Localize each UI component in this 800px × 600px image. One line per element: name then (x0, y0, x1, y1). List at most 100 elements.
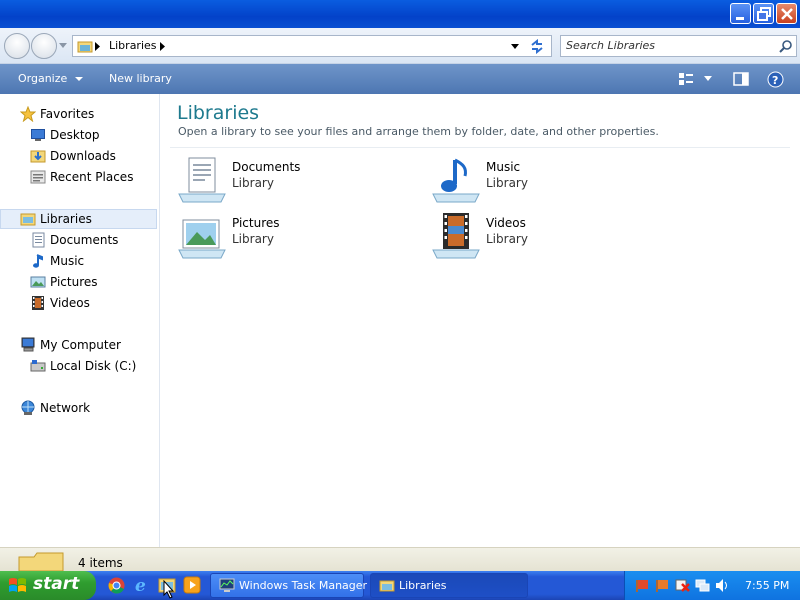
status-bar: 4 items (0, 547, 800, 571)
recent-pages-arrow-icon[interactable] (59, 43, 68, 49)
nav-my-computer-label: My Computer (40, 338, 121, 352)
library-type: Library (486, 176, 528, 190)
library-videos[interactable]: Videos Library (431, 212, 631, 262)
flag-icon[interactable] (655, 578, 670, 593)
nav-downloads-label: Downloads (50, 149, 116, 163)
task-manager-icon (219, 578, 235, 592)
chevron-down-icon (74, 77, 83, 81)
task-label: Windows Task Manager (239, 579, 368, 592)
search-box[interactable]: Search Libraries (560, 35, 797, 57)
libraries-folder-icon (379, 580, 395, 592)
minimize-button[interactable] (730, 3, 751, 24)
organize-button[interactable]: Organize (18, 72, 83, 85)
search-icon[interactable] (779, 39, 794, 54)
item-count: 4 items (78, 556, 123, 570)
navigation-pane: Favorites Desktop Downloads Recent Place… (0, 94, 160, 547)
nav-music-label: Music (50, 254, 85, 268)
minimize-icon (736, 17, 744, 20)
view-options-icon[interactable] (678, 72, 694, 87)
organize-label: Organize (18, 72, 68, 85)
documents-library-icon (178, 157, 226, 203)
start-button[interactable]: start (0, 571, 96, 600)
nav-recent-places-label: Recent Places (50, 170, 134, 184)
library-name: Documents (232, 160, 301, 174)
recent-places-icon (30, 170, 46, 184)
downloads-folder-icon (30, 150, 46, 163)
network-connection-icon[interactable] (695, 578, 710, 593)
divider (170, 147, 790, 148)
task-label: Libraries (399, 579, 447, 592)
content-pane: Libraries Open a library to see your fil… (160, 94, 800, 547)
pictures-icon (30, 276, 46, 288)
videos-library-icon (432, 213, 480, 259)
library-music[interactable]: Music Library (431, 156, 631, 206)
nav-videos-label: Videos (50, 296, 90, 310)
library-name: Videos (486, 216, 526, 230)
clock[interactable]: 7:55 PM (745, 579, 789, 592)
refresh-icon[interactable] (529, 39, 545, 54)
flag-icon[interactable] (635, 578, 650, 593)
close-button[interactable] (776, 3, 797, 24)
security-alert-icon[interactable] (675, 578, 690, 593)
svg-text:?: ? (772, 74, 778, 87)
nav-desktop-label: Desktop (50, 128, 100, 142)
task-windows-task-manager[interactable]: Windows Task Manager (210, 573, 368, 598)
nav-libraries-label: Libraries (40, 212, 92, 226)
desktop-icon (31, 129, 45, 141)
system-tray: 7:55 PM (624, 571, 800, 600)
breadcrumb-libraries[interactable]: Libraries (109, 39, 157, 52)
library-type: Library (232, 176, 274, 190)
taskbar: start e Windows Task Manager Libraries 7… (0, 571, 800, 600)
nav-documents-label: Documents (50, 233, 119, 247)
preview-pane-icon[interactable] (733, 72, 749, 87)
libraries-folder-icon (77, 41, 93, 53)
chrome-icon[interactable] (108, 577, 125, 594)
close-icon (781, 8, 793, 20)
restore-icon (757, 7, 771, 21)
mouse-cursor-icon (163, 580, 175, 599)
documents-icon (32, 232, 45, 248)
page-title: Libraries (177, 102, 260, 124)
star-icon (20, 106, 36, 122)
breadcrumb-arrow-icon[interactable] (160, 42, 166, 51)
search-input[interactable]: Search Libraries (566, 39, 655, 52)
back-button[interactable] (4, 33, 30, 59)
nav-local-disk-label: Local Disk (C:) (50, 359, 137, 373)
network-icon (21, 400, 35, 415)
internet-explorer-icon[interactable]: e (133, 576, 151, 594)
title-bar (0, 0, 800, 28)
windows-logo-icon (9, 578, 26, 592)
nav-network-label: Network (40, 401, 91, 415)
command-bar: Organize New library ? (0, 64, 800, 94)
nav-favorites-label: Favorites (40, 107, 95, 121)
new-library-button[interactable]: New library (109, 72, 172, 85)
hard-disk-icon (30, 360, 46, 372)
task-libraries[interactable]: Libraries (370, 573, 528, 598)
address-box[interactable]: Libraries (72, 35, 552, 57)
media-player-icon[interactable] (183, 576, 201, 594)
libraries-folder-icon (18, 552, 64, 571)
library-name: Pictures (232, 216, 280, 230)
view-dropdown-icon[interactable] (704, 76, 713, 82)
library-name: Music (486, 160, 521, 174)
pictures-library-icon (178, 219, 226, 259)
svg-text:e: e (135, 576, 146, 594)
volume-icon[interactable] (715, 578, 730, 593)
music-note-icon (33, 254, 43, 268)
nav-pictures-label: Pictures (50, 275, 98, 289)
library-type: Library (486, 232, 528, 246)
library-pictures[interactable]: Pictures Library (177, 212, 377, 262)
address-dropdown-icon[interactable] (511, 44, 520, 50)
maximize-button[interactable] (753, 3, 774, 24)
library-type: Library (232, 232, 274, 246)
page-subtitle: Open a library to see your files and arr… (178, 125, 659, 138)
help-icon[interactable]: ? (767, 71, 784, 88)
computer-icon (21, 337, 35, 352)
start-label: start (33, 574, 80, 594)
address-bar: Libraries Search Libraries (0, 28, 800, 64)
libraries-icon (20, 213, 36, 226)
film-strip-icon (32, 296, 44, 310)
library-documents[interactable]: Documents Library (177, 156, 377, 206)
forward-button[interactable] (31, 33, 57, 59)
breadcrumb-arrow-icon[interactable] (95, 42, 101, 51)
